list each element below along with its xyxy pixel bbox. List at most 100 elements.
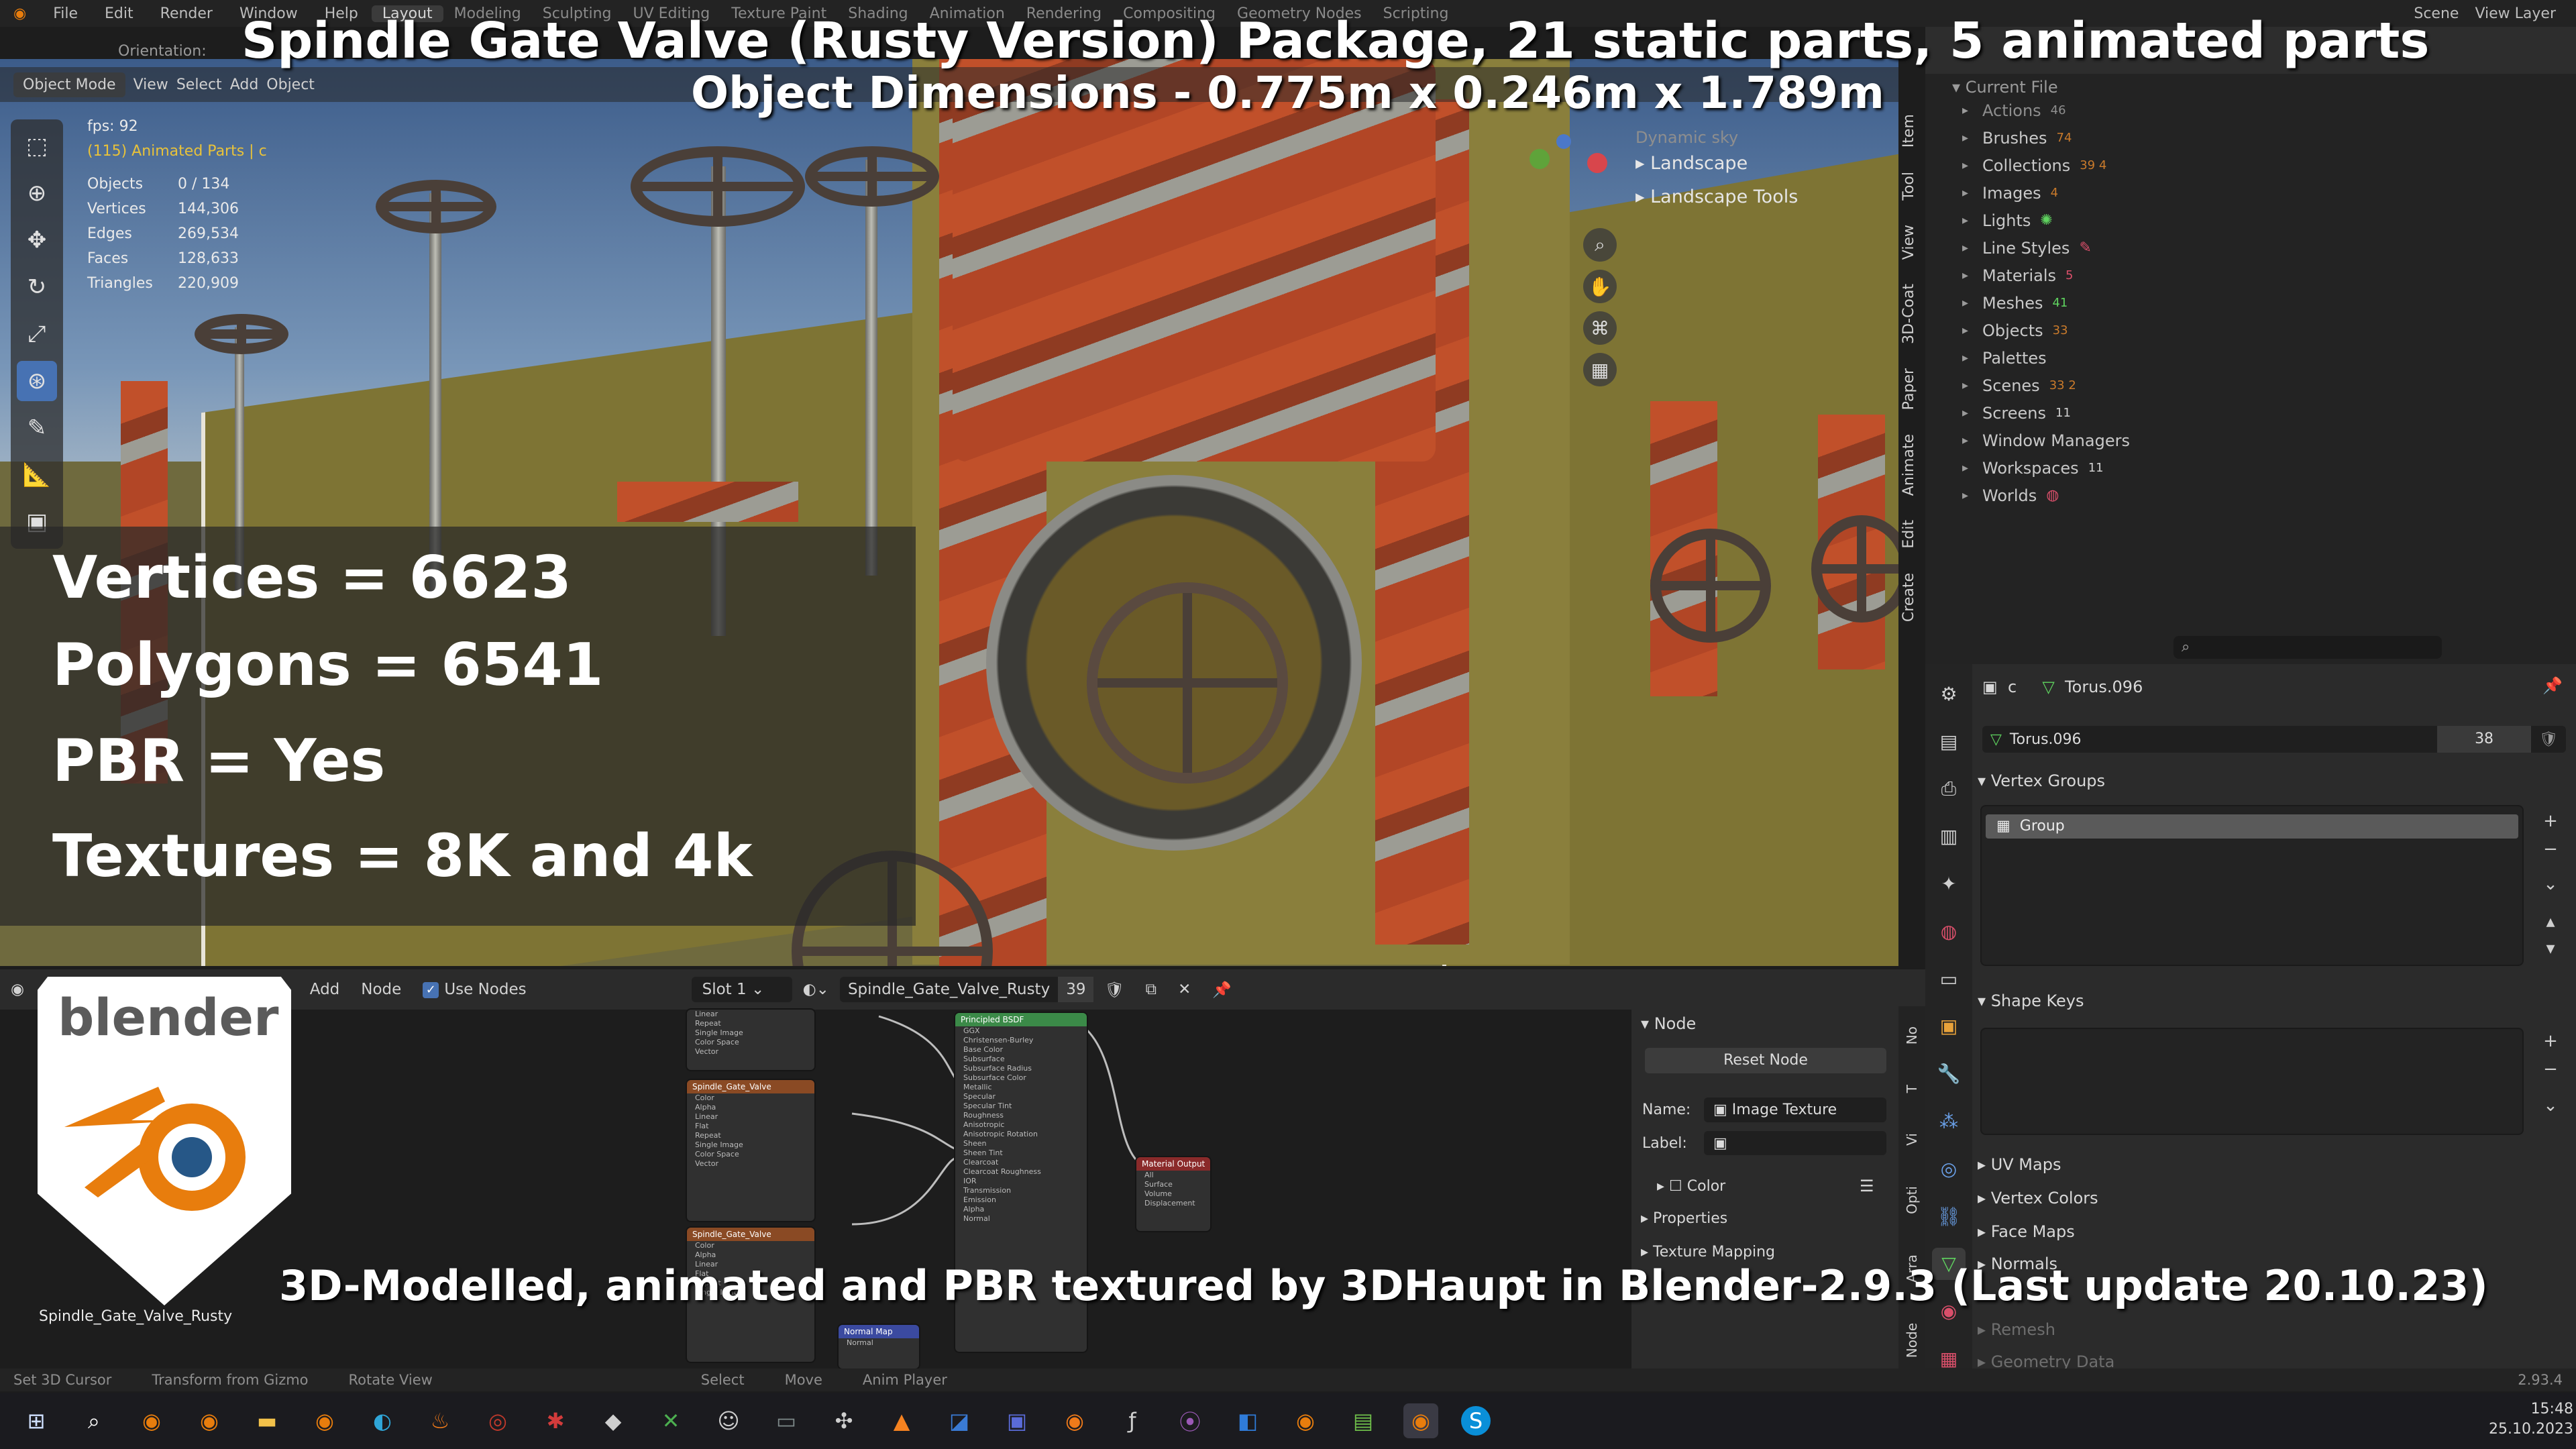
- file-explorer-icon[interactable]: ▬: [250, 1403, 284, 1438]
- properties-search-field[interactable]: ⌕: [2174, 636, 2442, 659]
- node-image-texture-top[interactable]: Linear Repeat Single Image Color Space Vecto…: [687, 1010, 814, 1070]
- expand-arrow-icon[interactable]: ▸: [1962, 461, 1982, 475]
- color-list-icon[interactable]: ☰: [1860, 1177, 1874, 1195]
- outliner-item[interactable]: ▸ Collections 39 4: [1925, 152, 2576, 179]
- expand-arrow-icon[interactable]: ▸: [1962, 433, 1982, 447]
- outliner-item[interactable]: ▸ Screens 11: [1925, 399, 2576, 427]
- pin-icon[interactable]: 📌: [2542, 676, 2563, 695]
- menu-file[interactable]: File: [40, 5, 91, 22]
- outlook-icon[interactable]: ◧: [1230, 1403, 1265, 1438]
- tab-create[interactable]: Create: [1900, 573, 1917, 622]
- tab-node-wrangler[interactable]: Node: [1904, 1323, 1920, 1358]
- vertex-group-item[interactable]: ▦ Group: [1986, 814, 2518, 839]
- unlink-material-icon[interactable]: ✕: [1167, 981, 1201, 998]
- use-nodes-checkbox[interactable]: ✓ Use Nodes: [412, 981, 537, 998]
- outliner-item[interactable]: ▸ Workspaces 11: [1925, 454, 2576, 482]
- object-mode-dropdown[interactable]: Object Mode: [13, 72, 125, 97]
- move-down-icon[interactable]: ▾: [2538, 936, 2563, 961]
- taskbar-clock[interactable]: 15:48 25.10.2023: [2489, 1399, 2573, 1440]
- output-icon[interactable]: ⎙: [1932, 773, 1966, 806]
- expand-arrow-icon[interactable]: ▸: [1962, 213, 1982, 227]
- app-icon[interactable]: ☺: [711, 1403, 746, 1438]
- tab-view[interactable]: View: [1900, 225, 1917, 260]
- fake-user-icon[interactable]: 🛡: [2531, 731, 2566, 748]
- tab-item[interactable]: Item: [1900, 114, 1917, 148]
- collection-icon[interactable]: ▭: [1932, 963, 1966, 996]
- outliner-item[interactable]: ▸ Materials 5: [1925, 262, 2576, 289]
- panel-landscape-tools[interactable]: ▸ Landscape Tools: [1635, 180, 1897, 213]
- tab-3d-coat[interactable]: 3D-Coat: [1900, 284, 1917, 344]
- constraints-icon[interactable]: ⛓: [1932, 1200, 1966, 1233]
- uv-maps-header[interactable]: ▸ UV Maps: [1978, 1155, 2061, 1174]
- app-icon[interactable]: ✱: [538, 1403, 573, 1438]
- panel-landscape[interactable]: ▸ Landscape: [1635, 146, 1897, 180]
- pan-hand-icon[interactable]: ✋: [1583, 270, 1617, 303]
- blender-app-icon-active[interactable]: ◉: [1403, 1403, 1438, 1438]
- node-color-toggle[interactable]: ▸ ☐ Color: [1657, 1178, 1725, 1195]
- mesh-name-field[interactable]: Torus.096: [2010, 731, 2437, 748]
- expand-arrow-icon[interactable]: ▸: [1962, 488, 1982, 502]
- remove-shape-key-icon[interactable]: −: [2538, 1057, 2563, 1081]
- shape-keys-header[interactable]: ▾ Shape Keys: [1978, 991, 2084, 1010]
- vertex-group-specials-icon[interactable]: ⌄: [2538, 872, 2563, 896]
- view-layer-icon[interactable]: ▥: [1932, 820, 1966, 853]
- expand-arrow-icon[interactable]: ▸: [1962, 103, 1982, 117]
- tab-node[interactable]: No: [1904, 1026, 1920, 1044]
- node-image-texture-middle[interactable]: Spindle_Gate_Valve Color Alpha Linear Flat Re…: [687, 1080, 814, 1221]
- shape-key-specials-icon[interactable]: ⌄: [2538, 1093, 2563, 1118]
- vertex-groups-header[interactable]: ▾ Vertex Groups: [1978, 771, 2105, 790]
- material-name-field[interactable]: Spindle_Gate_Valve_Rusty: [839, 977, 1059, 1002]
- camera-icon[interactable]: ⌘: [1583, 311, 1617, 345]
- tab-t[interactable]: T: [1904, 1085, 1920, 1093]
- physics-icon[interactable]: ◎: [1932, 1152, 1966, 1185]
- duplicate-material-icon[interactable]: ⧉: [1135, 981, 1167, 998]
- firefox-icon[interactable]: ◉: [1057, 1403, 1092, 1438]
- blender-menu-icon[interactable]: ◉: [0, 5, 40, 22]
- tab-tool[interactable]: Tool: [1900, 172, 1917, 201]
- node-material-output[interactable]: Material Output All Surface Volume Displacem…: [1136, 1157, 1210, 1231]
- material-users-count[interactable]: 39: [1058, 977, 1094, 1002]
- app-icon[interactable]: ◪: [942, 1403, 977, 1438]
- outliner-item[interactable]: ▸ Images 4: [1925, 179, 2576, 207]
- app-icon[interactable]: ⦿: [1173, 1403, 1208, 1438]
- modifier-icon[interactable]: 🔧: [1932, 1057, 1966, 1090]
- search-icon[interactable]: ⌕: [76, 1403, 111, 1438]
- windows-start-icon[interactable]: ⊞: [19, 1403, 54, 1438]
- grid-icon[interactable]: ▦: [1583, 353, 1617, 386]
- geometry-data-header[interactable]: ▸ Geometry Data: [1978, 1352, 2114, 1368]
- world-tab-icon[interactable]: ◍: [1932, 915, 1966, 948]
- viewport-menu-add[interactable]: Add: [230, 76, 259, 93]
- expand-arrow-icon[interactable]: ▸: [1962, 323, 1982, 337]
- select-box-icon[interactable]: ⬚: [17, 126, 57, 166]
- remove-vertex-group-icon[interactable]: −: [2538, 837, 2563, 861]
- blender-app-icon[interactable]: ◉: [1288, 1403, 1323, 1438]
- axis-x-icon[interactable]: [1587, 153, 1607, 173]
- app-icon[interactable]: ✕: [653, 1403, 688, 1438]
- scale-icon[interactable]: ⤢: [17, 314, 57, 354]
- notepad-icon[interactable]: ▤: [1346, 1403, 1381, 1438]
- outliner-item[interactable]: ▸ Line Styles ✎: [1925, 234, 2576, 262]
- node-label-field[interactable]: ▣: [1704, 1131, 1886, 1155]
- object-icon[interactable]: ▣: [1932, 1010, 1966, 1043]
- blender-app-icon[interactable]: ◉: [134, 1403, 169, 1438]
- tab-paper[interactable]: Paper: [1900, 368, 1917, 410]
- face-maps-header[interactable]: ▸ Face Maps: [1978, 1222, 2075, 1241]
- outliner-item[interactable]: ▸ Actions 46: [1925, 97, 2576, 124]
- expand-arrow-icon[interactable]: ▸: [1962, 241, 1982, 255]
- rotate-icon[interactable]: ↻: [17, 267, 57, 307]
- app-icon[interactable]: ◎: [480, 1403, 515, 1438]
- add-vertex-group-icon[interactable]: +: [2538, 809, 2563, 833]
- outliner-item[interactable]: ▸ Meshes 41: [1925, 289, 2576, 317]
- particles-icon[interactable]: ⁂: [1932, 1105, 1966, 1138]
- expand-arrow-icon[interactable]: ▸: [1962, 406, 1982, 420]
- axis-y-icon[interactable]: [1529, 149, 1550, 169]
- remesh-header[interactable]: ▸ Remesh: [1978, 1320, 2055, 1339]
- editor-type-icon[interactable]: ◉: [0, 981, 35, 998]
- tab-options[interactable]: Opti: [1904, 1186, 1920, 1214]
- measure-icon[interactable]: 📐: [17, 455, 57, 495]
- view-layer-selector[interactable]: View Layer: [2475, 5, 2556, 22]
- menu-render[interactable]: Render: [147, 5, 226, 22]
- node-panel-header[interactable]: ▾ Node: [1641, 1014, 1696, 1033]
- expand-arrow-icon[interactable]: ▸: [1962, 351, 1982, 365]
- blender-app-icon[interactable]: ◉: [192, 1403, 227, 1438]
